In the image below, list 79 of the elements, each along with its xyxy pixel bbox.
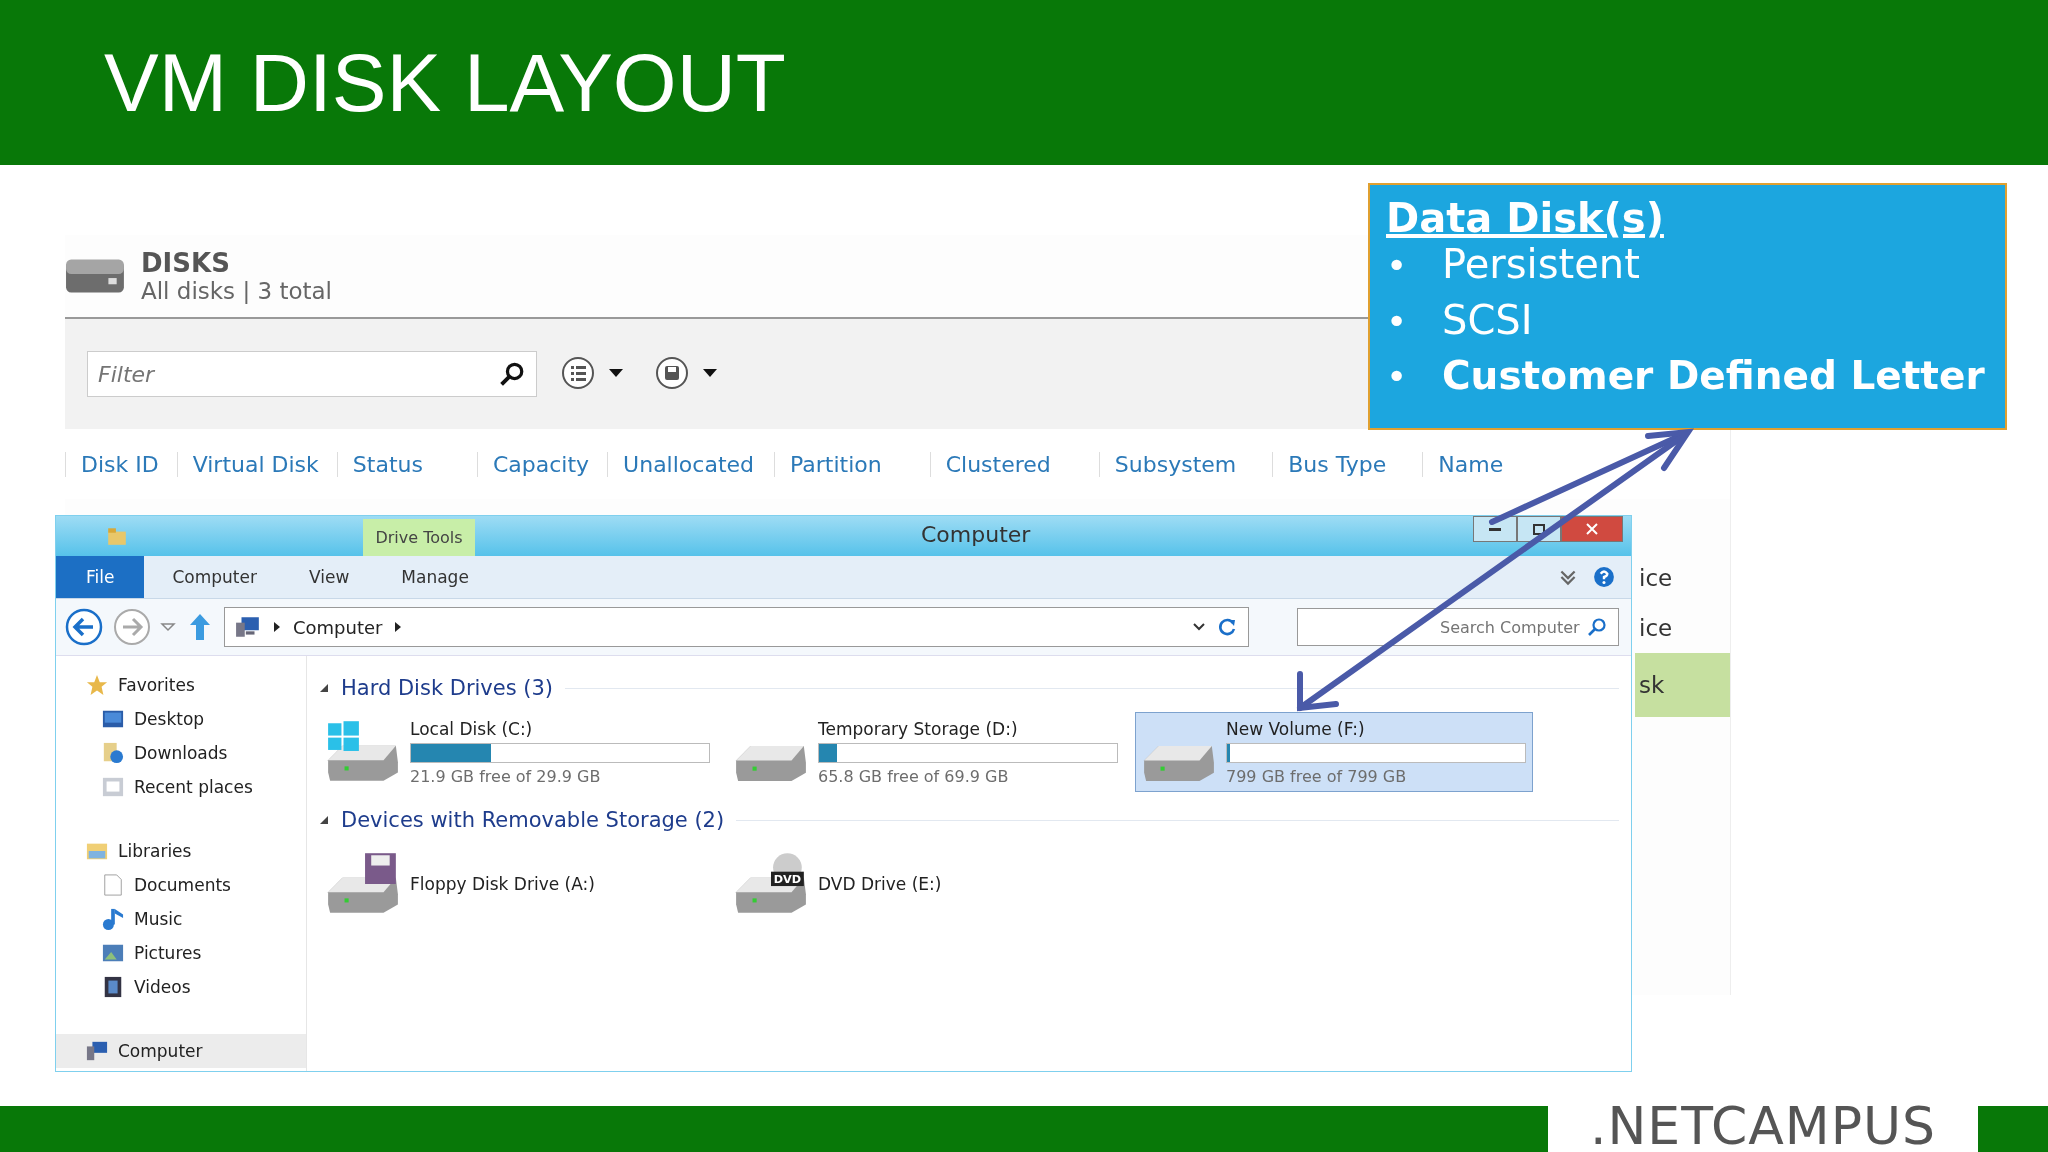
refresh-icon[interactable] (1218, 617, 1238, 637)
computer-icon (86, 1040, 108, 1062)
bullet-text: SCSI (1442, 297, 1533, 343)
breadcrumb-arrow-icon[interactable] (394, 621, 403, 633)
column-header[interactable]: Clustered (929, 451, 1099, 477)
column-header[interactable]: Unallocated (607, 451, 774, 477)
slide-title: VM DISK LAYOUT (104, 35, 786, 130)
context-tab-label: Drive Tools (363, 519, 475, 556)
recent-icon (102, 776, 124, 798)
column-header[interactable]: Name (1422, 451, 1522, 477)
drive-tile[interactable]: Temporary Storage (D:) 65.8 GB free of 69.9 GB (727, 712, 1125, 792)
sidebar-item[interactable]: Desktop (56, 702, 306, 736)
help-icon[interactable] (1593, 566, 1615, 588)
bullet-text: Customer Defined Letter (1442, 353, 1985, 398)
computer-icon (235, 616, 261, 638)
logo: .NETCAMPUS (1588, 1100, 1938, 1152)
sidebar-item[interactable]: Favorites (56, 668, 306, 702)
search-icon (1587, 617, 1607, 637)
drive-tile[interactable]: DVD DVD Drive (E:) (727, 844, 1125, 924)
bullet: • (1386, 356, 1409, 397)
filter-field[interactable]: Filter (87, 351, 537, 397)
callout-heading: Data Disk(s) (1386, 195, 1664, 241)
folder-icon (106, 525, 128, 547)
maximize-icon (1533, 523, 1545, 535)
sidebar-item[interactable]: Music (56, 902, 306, 936)
bullet: • (1386, 245, 1409, 286)
ribbon-tab[interactable]: View (284, 556, 374, 598)
minimize-button[interactable] (1473, 516, 1517, 542)
window-title: Computer (921, 522, 1031, 547)
minimize-icon (1489, 527, 1501, 531)
section-subheading: All disks | 3 total (141, 278, 332, 304)
sidebar-item[interactable]: Videos (56, 970, 306, 1004)
search-field[interactable]: Search Computer (1297, 608, 1619, 646)
address-bar[interactable]: Computer (224, 607, 1249, 647)
section-heading: DISKS (141, 248, 231, 278)
back-button[interactable] (64, 607, 104, 647)
sidebar-item[interactable]: Computer (56, 1034, 306, 1068)
column-header[interactable]: Bus Type (1272, 451, 1423, 477)
sidebar-item[interactable]: Libraries (56, 834, 306, 868)
footer-bar (1978, 1106, 2048, 1152)
search-icon (499, 361, 525, 387)
downloads-icon (102, 742, 124, 764)
drive-tile[interactable]: Local Disk (C:) 21.9 GB free of 29.9 GB (319, 712, 717, 792)
sidebar-item[interactable]: Pictures (56, 936, 306, 970)
ribbon-tab[interactable]: File (56, 556, 145, 598)
videos-icon (102, 976, 124, 998)
column-header[interactable]: Subsystem (1098, 451, 1273, 477)
column-header[interactable]: Virtual Disk (176, 451, 337, 477)
column-header[interactable]: Disk ID (65, 451, 177, 477)
music-icon (102, 908, 124, 930)
column-header[interactable]: Status (336, 451, 477, 477)
collapse-arrow-icon[interactable] (319, 815, 329, 825)
group-heading[interactable]: Devices with Removable Storage (2) (341, 808, 725, 832)
ribbon-tab[interactable]: Manage (377, 556, 493, 598)
drive-tile[interactable]: New Volume (F:) 799 GB free of 799 GB (1135, 712, 1533, 792)
breadcrumb-arrow-icon[interactable] (273, 621, 281, 633)
column-header[interactable]: Partition (774, 451, 930, 477)
close-button[interactable] (1561, 516, 1623, 542)
close-icon (1586, 523, 1598, 535)
desktop-icon (102, 708, 124, 730)
star-icon (86, 674, 108, 696)
table-row[interactable]: ice (1635, 553, 1730, 603)
table-row[interactable]: ice (1635, 603, 1730, 653)
drive-tile[interactable]: Floppy Disk Drive (A:) (319, 844, 717, 924)
ribbon-tab[interactable]: Computer (148, 556, 281, 598)
bullet: • (1386, 301, 1409, 342)
group-heading[interactable]: Hard Disk Drives (3) (341, 676, 554, 700)
disk-icon (65, 257, 127, 295)
column-header[interactable]: Capacity (476, 451, 608, 477)
pictures-icon (102, 942, 124, 964)
table-row[interactable]: sk (1635, 653, 1730, 717)
collapse-arrow-icon[interactable] (319, 683, 329, 693)
sidebar-item[interactable]: Recent places (56, 770, 306, 804)
breadcrumb[interactable]: Computer (293, 616, 383, 638)
sidebar-item[interactable]: Downloads (56, 736, 306, 770)
sidebar-item[interactable]: Documents (56, 868, 306, 902)
document-icon (102, 874, 124, 896)
bullet-text: Persistent (1442, 241, 1640, 287)
up-arrow-icon[interactable] (188, 612, 212, 642)
